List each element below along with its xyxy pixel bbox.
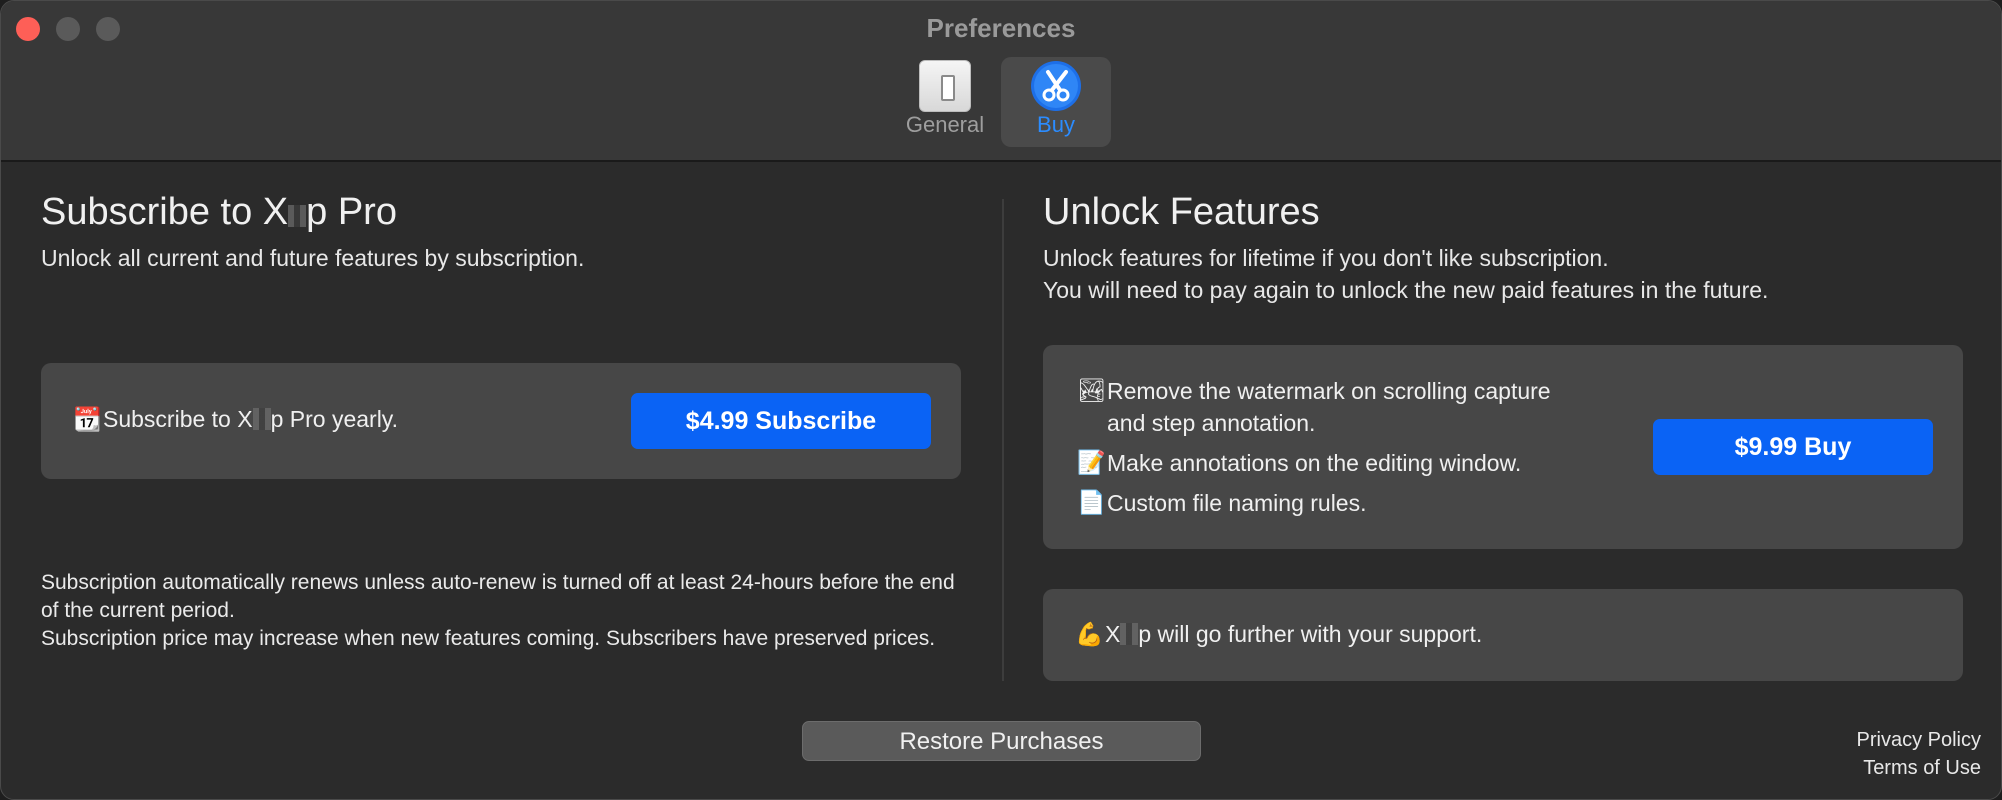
subscription-legal-text: Subscription automatically renews unless… — [41, 569, 961, 653]
document-icon: 📄 — [1077, 490, 1106, 516]
subscribe-card-text: 📆Subscribe to Xp Pro yearly. — [73, 406, 398, 433]
restore-purchases-button[interactable]: Restore Purchases — [802, 721, 1201, 761]
tab-buy-label: Buy — [1037, 112, 1075, 137]
buy-button[interactable]: $9.99 Buy — [1653, 419, 1933, 475]
toolbar: Preferences General Buy — [1, 1, 2001, 162]
tab-general-label: General — [905, 112, 985, 137]
calendar-icon: 📆 — [73, 407, 102, 433]
unlock-subtitle: Unlock features for lifetime if you don'… — [1043, 245, 1769, 303]
flexed-biceps-icon: 💪 — [1075, 622, 1104, 648]
support-card: 💪X p will go further with your support. — [1043, 589, 1963, 681]
window-title: Preferences — [926, 13, 1076, 43]
picture-icon: 🏞 — [1077, 378, 1107, 404]
redacted-text — [1120, 623, 1139, 645]
preferences-window: Preferences General Buy Subscribe to Xp … — [0, 0, 2002, 800]
legal-line-2: Subscription price may increase when new… — [41, 627, 936, 650]
feature-item: 📄 Custom file naming rules. — [1077, 487, 1367, 519]
subscribe-button[interactable]: $4.99 Subscribe — [631, 393, 931, 449]
subscribe-card: 📆Subscribe to Xp Pro yearly. $4.99 Subsc… — [41, 363, 961, 479]
unlock-heading: Unlock Features — [1043, 191, 1320, 233]
scissors-icon — [1031, 61, 1081, 111]
column-divider — [1002, 199, 1004, 681]
switch-icon — [919, 60, 971, 112]
tab-general[interactable]: General — [890, 57, 1000, 147]
feature-item: 🏞 Remove the watermark on scrolling capt… — [1077, 375, 1551, 439]
terms-of-use-link[interactable]: Terms of Use — [1863, 757, 1981, 780]
subscribe-subtitle: Unlock all current and future features b… — [41, 245, 585, 271]
memo-icon: 📝 — [1077, 450, 1106, 476]
privacy-policy-link[interactable]: Privacy Policy — [1857, 729, 1981, 752]
redacted-text — [288, 205, 307, 227]
legal-line-1: Subscription automatically renews unless… — [41, 571, 955, 622]
subscribe-heading: Subscribe to Xp Pro — [41, 191, 397, 233]
redacted-text — [252, 408, 271, 430]
tab-buy[interactable]: Buy — [1001, 57, 1111, 147]
feature-item: 📝 Make annotations on the editing window… — [1077, 447, 1521, 479]
unlock-card: 🏞 Remove the watermark on scrolling capt… — [1043, 345, 1963, 549]
support-text: 💪X p will go further with your support. — [1075, 621, 1483, 648]
